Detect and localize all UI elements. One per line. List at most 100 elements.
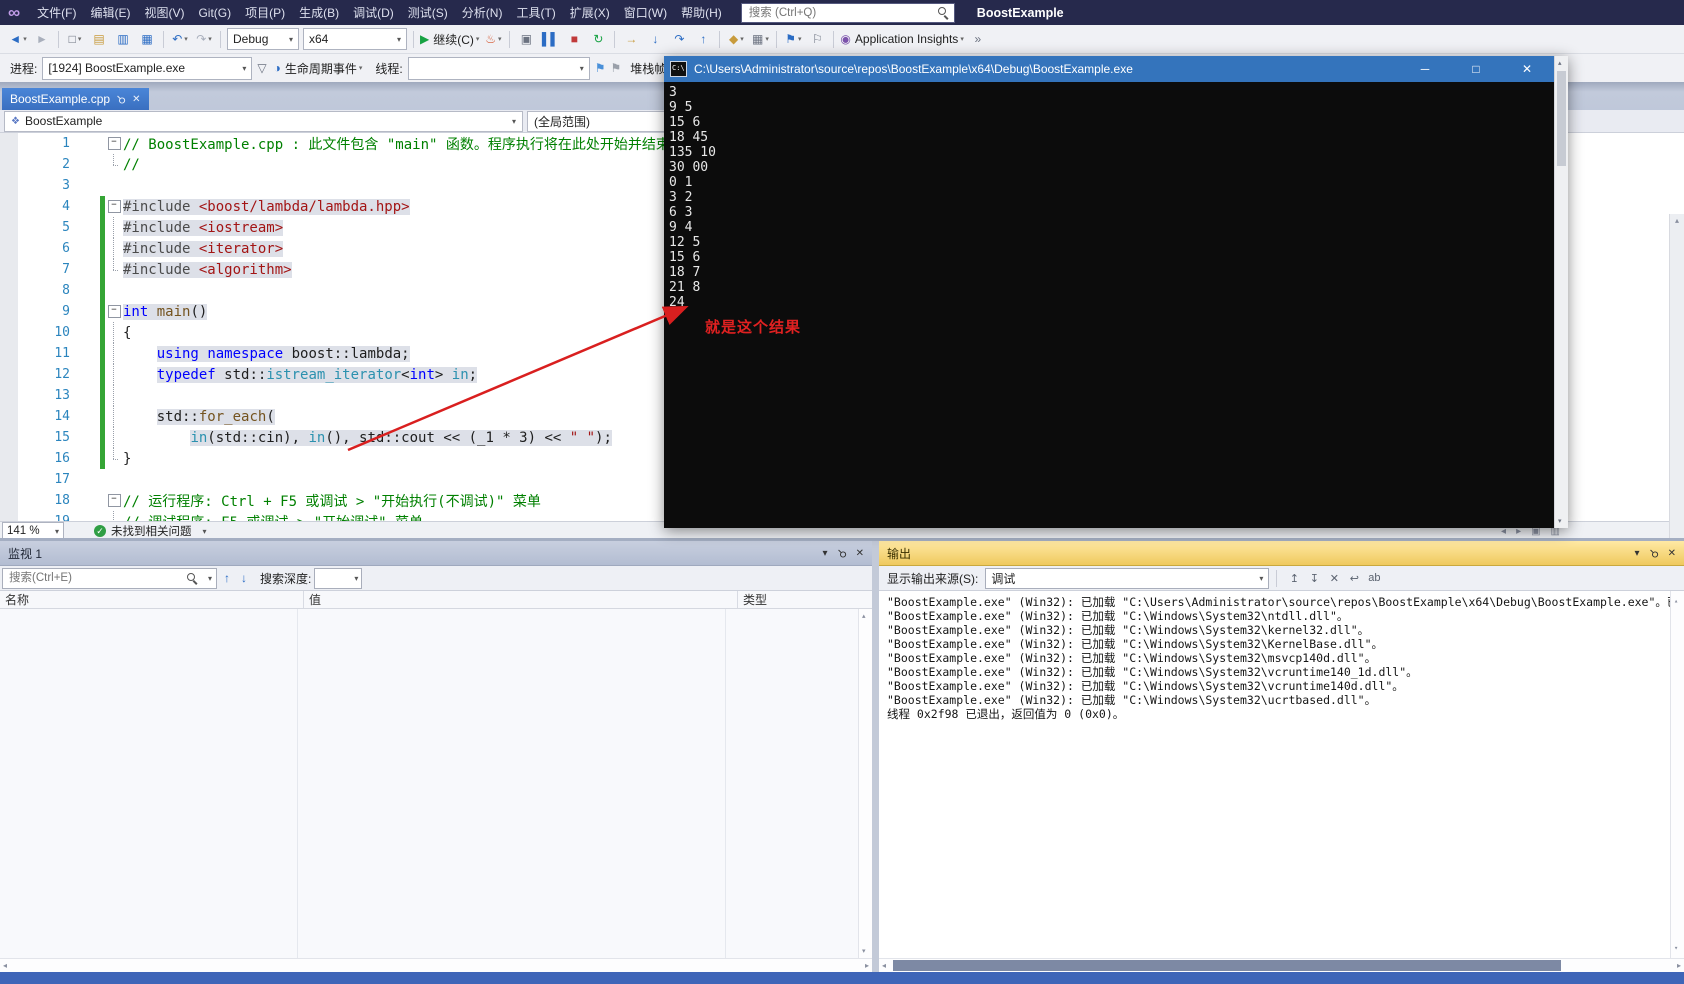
scroll-left-icon[interactable]: ◂ — [882, 961, 886, 970]
undo-button[interactable]: ↶▾ — [168, 28, 192, 50]
step-out-button[interactable]: ↑ — [691, 28, 715, 50]
scroll-down-icon[interactable]: ▾ — [862, 947, 866, 955]
watch-column-header[interactable]: 名称 — [0, 591, 304, 608]
application-insights-button[interactable]: ◉Application Insights▾ — [838, 28, 965, 50]
memory-window-button[interactable]: ▦▾ — [748, 28, 772, 50]
scroll-up-icon[interactable]: ▴ — [862, 612, 866, 620]
watch-body[interactable]: ▴ ▾ — [0, 609, 872, 958]
pin-icon[interactable]: ⚲ — [1646, 546, 1661, 561]
scroll-right-icon[interactable]: ▸ — [865, 961, 869, 970]
bookmark-nav-button[interactable]: ⚐ — [805, 28, 829, 50]
step-over-button[interactable]: ↷ — [667, 28, 691, 50]
watch-vscrollbar[interactable]: ▴ ▾ — [858, 609, 872, 958]
tab-boostexample-cpp[interactable]: BoostExample.cpp ⚲ ✕ — [2, 88, 149, 110]
quick-search-input[interactable] — [747, 6, 938, 20]
vertical-splitter[interactable] — [872, 541, 879, 972]
stop-button[interactable]: ■ — [562, 28, 586, 50]
toggle-autoscroll-button[interactable]: ab — [1364, 568, 1384, 588]
menubar-item[interactable]: 视图(V) — [137, 0, 191, 25]
break-all-button[interactable]: ▌▌ — [538, 28, 562, 50]
configuration-combobox[interactable]: Debug▾ — [227, 28, 299, 50]
watch-header[interactable]: 监视 1 ▾ ⚲ ✕ — [0, 541, 872, 566]
menubar-item[interactable]: 帮助(H) — [674, 0, 729, 25]
bookmark-button[interactable]: ⚑▾ — [781, 28, 805, 50]
watch-hscrollbar[interactable]: ◂ ▸ — [0, 958, 872, 972]
menubar-item[interactable]: 编辑(E) — [83, 0, 137, 25]
scroll-down-icon[interactable]: ▾ — [1674, 941, 1678, 955]
pin-icon[interactable]: ⚲ — [834, 546, 849, 561]
scroll-up-icon[interactable]: ▴ — [1674, 594, 1678, 608]
window-menu-icon[interactable]: ▾ — [1635, 548, 1640, 559]
scroll-thumb[interactable] — [1557, 71, 1566, 166]
menubar-item[interactable]: 工具(T) — [509, 0, 562, 25]
scroll-right-icon[interactable]: ▸ — [1677, 961, 1681, 970]
diagnostics-button[interactable]: ◆▾ — [724, 28, 748, 50]
collapse-icon[interactable]: − — [108, 494, 121, 507]
step-into-button[interactable]: ↓ — [643, 28, 667, 50]
thread-combobox[interactable]: ▾ — [408, 57, 590, 80]
watch-search-input[interactable] — [7, 571, 183, 585]
watch-search[interactable]: ▾ — [2, 568, 217, 589]
menubar-item[interactable]: 生成(B) — [292, 0, 346, 25]
collapse-icon[interactable]: − — [108, 305, 121, 318]
restart-button[interactable]: ↻ — [586, 28, 610, 50]
search-depth-combobox[interactable]: ▾ — [314, 568, 362, 589]
close-icon[interactable]: ✕ — [1668, 548, 1676, 559]
output-body[interactable]: "BoostExample.exe" (Win32): 已加载 "C:\User… — [879, 591, 1684, 958]
save-all-button[interactable]: ▦ — [135, 28, 159, 50]
search-next-button[interactable]: ↓ — [237, 571, 251, 585]
continue-button[interactable]: ▶继续(C)▾ — [418, 28, 481, 50]
menubar-item[interactable]: 文件(F) — [30, 0, 83, 25]
minimize-button[interactable]: ─ — [1403, 56, 1447, 82]
hot-reload-button[interactable]: ♨▾ — [481, 28, 505, 50]
show-next-statement-button[interactable]: → — [619, 28, 643, 50]
menubar-item[interactable]: 窗口(W) — [617, 0, 674, 25]
process-combobox[interactable]: [1924] BoostExample.exe ▾ — [42, 57, 252, 80]
menubar-item[interactable]: 项目(P) — [238, 0, 292, 25]
scroll-thumb[interactable] — [893, 960, 1561, 971]
flag-threads-icon[interactable]: ⚑ — [610, 62, 621, 74]
watch-column-header[interactable]: 值 — [304, 591, 738, 608]
word-wrap-button[interactable]: ↩ — [1344, 568, 1364, 588]
goto-next-message-button[interactable]: ↧ — [1304, 568, 1324, 588]
clear-all-button[interactable]: ✕ — [1324, 568, 1344, 588]
scroll-down-icon[interactable]: ▾ — [1558, 517, 1562, 525]
show-threads-flag-icon[interactable]: ⚑ — [595, 62, 606, 74]
collapse-icon[interactable]: − — [108, 137, 121, 150]
close-button[interactable]: ✕ — [1505, 56, 1549, 82]
console-window[interactable]: C:\ C:\Users\Administrator\source\repos\… — [664, 56, 1568, 528]
open-file-button[interactable]: ▤ — [87, 28, 111, 50]
forward-button[interactable]: ► — [30, 28, 54, 50]
menubar-item[interactable]: 扩展(X) — [563, 0, 617, 25]
pin-icon[interactable]: ⚲ — [114, 92, 129, 107]
output-vscrollbar[interactable]: ▴ ▾ — [1670, 591, 1684, 958]
output-hscrollbar[interactable]: ◂ ▸ — [879, 958, 1684, 972]
lifecycle-events-button[interactable]: ◑ 生命周期事件 ▾ — [272, 57, 365, 79]
goto-prev-message-button[interactable]: ↥ — [1284, 568, 1304, 588]
watch-column-header[interactable]: 类型 — [738, 591, 872, 608]
menubar-item[interactable]: 分析(N) — [455, 0, 510, 25]
scroll-left-icon[interactable]: ◂ — [3, 961, 7, 970]
console-vscrollbar[interactable]: ▴ ▾ — [1554, 56, 1568, 528]
save-button[interactable]: ▥ — [111, 28, 135, 50]
new-file-button[interactable]: □▾ — [63, 28, 87, 50]
scroll-up-icon[interactable]: ▴ — [1558, 59, 1562, 67]
quick-search[interactable] — [741, 3, 955, 23]
toolbar-overflow-button[interactable]: » — [966, 28, 990, 50]
scroll-up-icon[interactable]: ▴ — [1675, 216, 1679, 225]
platform-combobox[interactable]: x64▾ — [303, 28, 407, 50]
menubar-item[interactable]: 测试(S) — [401, 0, 455, 25]
health-indicator[interactable]: ✓ 未找到相关问题 ▾ — [94, 523, 207, 539]
project-combobox[interactable]: ❖ BoostExample ▾ — [4, 111, 523, 132]
console-output[interactable]: 39 515 618 45135 1030 000 13 26 39 412 5… — [664, 82, 1555, 528]
console-titlebar[interactable]: C:\ C:\Users\Administrator\source\repos\… — [664, 56, 1555, 82]
window-menu-icon[interactable]: ▾ — [823, 548, 828, 559]
menubar-item[interactable]: 调试(D) — [346, 0, 401, 25]
maximize-button[interactable]: □ — [1454, 56, 1498, 82]
menubar-item[interactable]: Git(G) — [191, 0, 238, 25]
close-icon[interactable]: ✕ — [856, 548, 864, 559]
search-prev-button[interactable]: ↑ — [220, 571, 234, 585]
breakpoints-window-button[interactable]: ▣ — [514, 28, 538, 50]
close-icon[interactable]: ✕ — [132, 94, 140, 105]
output-source-combobox[interactable]: 调试 ▾ — [985, 568, 1269, 589]
